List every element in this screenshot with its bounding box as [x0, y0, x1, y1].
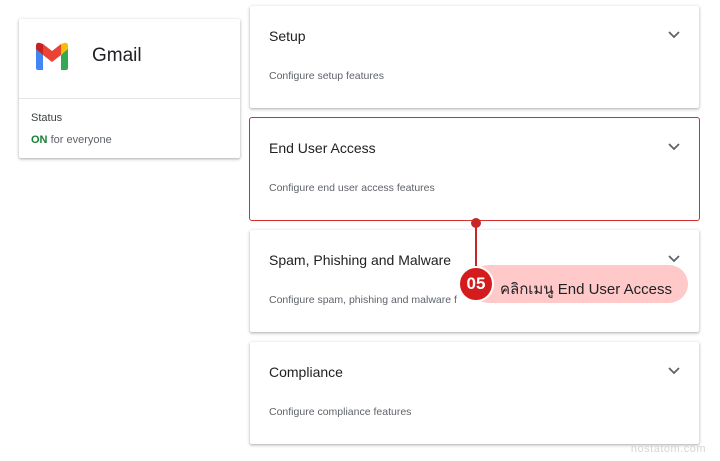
section-description: Configure end user access features: [269, 182, 435, 194]
section-title: Compliance: [269, 364, 343, 380]
section-title: Setup: [269, 28, 306, 44]
section-title: End User Access: [269, 140, 376, 156]
gmail-logo-icon: [36, 42, 68, 70]
section-description: Configure compliance features: [269, 406, 412, 418]
section-title: Spam, Phishing and Malware: [269, 252, 452, 268]
status-on-text: ON: [31, 134, 48, 146]
chevron-down-icon[interactable]: [667, 142, 681, 152]
watermark: hostatom.com: [630, 443, 706, 455]
status-label: Status: [31, 112, 63, 124]
chevron-down-icon[interactable]: [667, 366, 681, 376]
chevron-down-icon[interactable]: [667, 254, 681, 264]
chevron-down-icon[interactable]: [667, 30, 681, 40]
status-scope: for everyone: [50, 134, 112, 146]
callout-anchor-dot: [471, 218, 481, 228]
app-header: Gmail: [19, 19, 240, 99]
section-description: Configure setup features: [269, 70, 384, 82]
app-summary-card: Gmail Status ON for everyone: [19, 19, 240, 158]
callout-text: คลิกเมนู End User Access: [500, 281, 672, 298]
callout-connector: [475, 222, 477, 270]
callout-step-badge: 05: [458, 266, 494, 302]
section-setup[interactable]: Setup Configure setup features: [250, 6, 699, 108]
app-title: Gmail: [92, 45, 142, 66]
status-value: ON for everyone: [31, 134, 112, 146]
section-end-user-access[interactable]: End User Access Configure end user acces…: [249, 117, 700, 221]
section-compliance[interactable]: Compliance Configure compliance features: [250, 342, 699, 444]
section-description: Configure spam, phishing and malware f: [269, 294, 457, 306]
